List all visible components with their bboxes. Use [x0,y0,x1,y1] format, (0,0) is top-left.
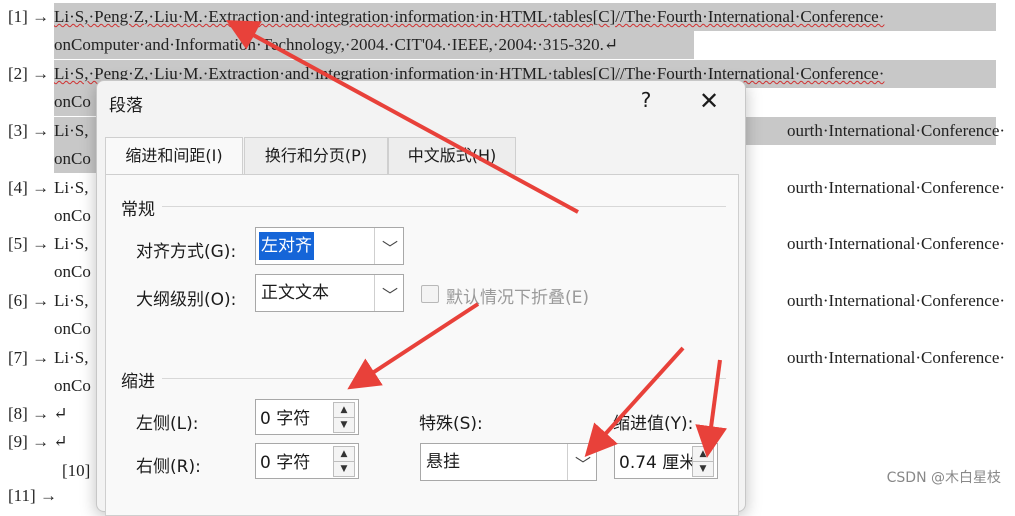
close-icon[interactable]: ✕ [694,86,724,116]
reference-line-2: onCo [54,206,91,225]
alignment-select[interactable]: 左对齐 ﹀ [255,227,404,265]
reference-number: [3] → [8,121,50,140]
alignment-value: 左对齐 [259,232,314,260]
dropdown-button[interactable]: ﹀ [374,228,403,264]
indent-by-label: 缩进值(Y): [613,414,694,434]
spin-down-icon[interactable]: ▼ [692,461,714,477]
spin-down-icon[interactable]: ▼ [333,461,355,477]
reference-number: [6] → [8,291,50,310]
chevron-down-icon: ﹀ [382,286,399,305]
tab-line-page-breaks[interactable]: 换行和分页(P) [244,137,388,174]
tab-panel: 常规 对齐方式(G): 左对齐 ﹀ 大纲级别(O): 正文文本 ﹀ 默认情况下折… [105,174,739,516]
spin-up-icon[interactable]: ▲ [333,446,355,462]
left-indent-spinner[interactable]: 0 字符 ▲ ▼ [255,399,359,435]
chevron-down-icon: ﹀ [575,455,592,474]
collapse-label: 默认情况下折叠(E) [446,288,590,308]
section-divider [162,206,726,207]
outline-level-label: 大纲级别(O): [136,290,237,310]
collapse-checkbox[interactable] [421,285,439,303]
reference-line-2: onCo [54,319,91,338]
left-indent-value: 0 字符 [260,409,311,429]
general-heading: 常规 [121,200,155,220]
right-indent-spinner[interactable]: 0 字符 ▲ ▼ [255,443,359,479]
special-label: 特殊(S): [419,414,483,434]
reference-line-2: onComputer·and·Information·Technology,·2… [54,31,694,59]
reference-line-2: onCo [54,376,91,395]
outline-level-select[interactable]: 正文文本 ﹀ [255,274,404,312]
special-select[interactable]: 悬挂 ﹀ [420,443,597,481]
empty-list-item[interactable]: [11] → [8,486,57,506]
empty-list-item[interactable]: [10] [62,461,90,481]
special-value: 悬挂 [426,452,460,472]
chevron-down-icon: ﹀ [382,239,399,258]
empty-list-item[interactable]: [8] → ↵ [8,404,68,424]
section-divider [162,378,726,379]
spin-up-icon[interactable]: ▲ [692,446,714,462]
dialog-title: 段落 [109,96,143,116]
tab-indents-spacing[interactable]: 缩进和间距(I) [105,137,243,176]
outline-level-value: 正文文本 [261,283,329,303]
reference-number: [4] → [8,178,50,197]
indent-by-spinner[interactable]: 0.74 厘米 ▲ ▼ [614,443,718,479]
help-icon[interactable]: ? [631,88,661,112]
dialog-titlebar[interactable]: 段落 ? ✕ [97,81,745,123]
spin-up-icon[interactable]: ▲ [333,402,355,418]
reference-line-2: onCo [54,262,91,281]
indent-heading: 缩进 [121,372,155,392]
indent-by-value: 0.74 厘米 [619,453,697,473]
reference-number: [1] → [8,7,50,26]
right-indent-value: 0 字符 [260,453,311,473]
spin-down-icon[interactable]: ▼ [333,417,355,433]
watermark: CSDN @木白星枝 [886,470,1001,486]
tab-asian-typography[interactable]: 中文版式(H) [388,137,516,174]
right-indent-label: 右侧(R): [136,457,201,477]
empty-list-item[interactable]: [9] → ↵ [8,432,68,452]
left-indent-label: 左侧(L): [136,414,199,434]
reference-line-1: Li·S,·Peng·Z,·Liu·M.·Extraction·and·inte… [54,3,996,31]
dropdown-button[interactable]: ﹀ [374,275,403,311]
paragraph-dialog: 段落 ? ✕ 缩进和间距(I) 换行和分页(P) 中文版式(H) 常规 对齐方式… [96,80,746,516]
alignment-label: 对齐方式(G): [136,242,237,262]
dropdown-button[interactable]: ﹀ [567,444,596,480]
reference-number: [2] → [8,64,50,83]
reference-number: [5] → [8,234,50,253]
reference-number: [7] → [8,348,50,367]
